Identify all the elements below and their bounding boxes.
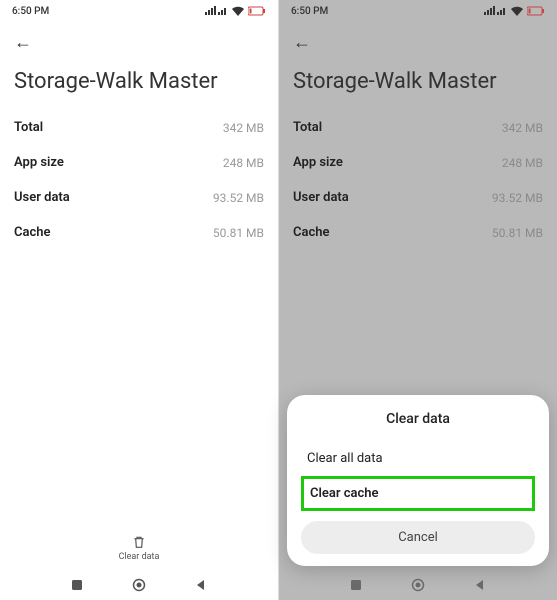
status-icons bbox=[483, 6, 545, 16]
row-appsize-value: 248 MB bbox=[223, 156, 264, 170]
signal-icon bbox=[483, 6, 507, 16]
row-appsize-label: App size bbox=[293, 155, 343, 170]
row-total-value: 342 MB bbox=[502, 121, 543, 135]
row-cache-label: Cache bbox=[14, 225, 51, 240]
signal-icon bbox=[204, 6, 228, 16]
modal-title: Clear data bbox=[301, 411, 535, 427]
row-userdata: User data 93.52 MB bbox=[0, 180, 278, 215]
nav-bar bbox=[279, 570, 557, 600]
clear-data-label: Clear data bbox=[119, 552, 160, 562]
nav-recent-icon[interactable] bbox=[70, 578, 84, 592]
status-time: 6:50 PM bbox=[291, 6, 328, 17]
row-cache-value: 50.81 MB bbox=[492, 226, 543, 240]
row-cache-value: 50.81 MB bbox=[213, 226, 264, 240]
modal-backdrop: Clear data Clear all data Clear cache Ca… bbox=[279, 387, 557, 600]
nav-home-icon[interactable] bbox=[132, 578, 146, 592]
status-bar: 6:50 PM bbox=[0, 0, 278, 22]
battery-icon bbox=[527, 6, 545, 16]
row-total-label: Total bbox=[14, 120, 43, 135]
row-userdata-label: User data bbox=[14, 190, 70, 205]
trash-icon bbox=[131, 534, 147, 550]
battery-icon bbox=[248, 6, 266, 16]
back-row: ← bbox=[279, 22, 557, 59]
phone-right: 6:50 PM ← Storage-Walk Master Total 342 … bbox=[279, 0, 557, 600]
modal-cancel-button[interactable]: Cancel bbox=[301, 521, 535, 554]
back-row: ← bbox=[0, 22, 278, 59]
status-time: 6:50 PM bbox=[12, 6, 49, 17]
page-title: Storage-Walk Master bbox=[0, 59, 278, 110]
back-arrow-icon[interactable]: ← bbox=[293, 32, 311, 53]
row-appsize-label: App size bbox=[14, 155, 64, 170]
row-appsize-value: 248 MB bbox=[502, 156, 543, 170]
nav-back-icon[interactable] bbox=[473, 578, 487, 592]
clear-data-modal: Clear data Clear all data Clear cache Ca… bbox=[287, 395, 549, 566]
row-userdata-label: User data bbox=[293, 190, 349, 205]
row-userdata: User data 93.52 MB bbox=[279, 180, 557, 215]
modal-option-clear-all[interactable]: Clear all data bbox=[301, 441, 535, 476]
row-cache: Cache 50.81 MB bbox=[0, 215, 278, 250]
back-arrow-icon[interactable]: ← bbox=[14, 32, 32, 53]
status-icons bbox=[204, 6, 266, 16]
row-total-label: Total bbox=[293, 120, 322, 135]
row-total-value: 342 MB bbox=[223, 121, 264, 135]
phone-left: 6:50 PM ← Storage-Walk Master Total 342 … bbox=[0, 0, 278, 600]
modal-option-clear-cache[interactable]: Clear cache bbox=[301, 476, 535, 511]
nav-home-icon[interactable] bbox=[411, 578, 425, 592]
row-appsize: App size 248 MB bbox=[279, 145, 557, 180]
row-cache-label: Cache bbox=[293, 225, 330, 240]
row-userdata-value: 93.52 MB bbox=[492, 191, 543, 205]
row-userdata-value: 93.52 MB bbox=[213, 191, 264, 205]
row-total: Total 342 MB bbox=[279, 110, 557, 145]
row-appsize: App size 248 MB bbox=[0, 145, 278, 180]
clear-data-button[interactable]: Clear data bbox=[0, 534, 278, 562]
status-bar: 6:50 PM bbox=[279, 0, 557, 22]
page-title: Storage-Walk Master bbox=[279, 59, 557, 110]
nav-back-icon[interactable] bbox=[194, 578, 208, 592]
wifi-icon bbox=[232, 6, 244, 16]
row-total: Total 342 MB bbox=[0, 110, 278, 145]
row-cache: Cache 50.81 MB bbox=[279, 215, 557, 250]
nav-recent-icon[interactable] bbox=[349, 578, 363, 592]
nav-bar bbox=[0, 570, 278, 600]
wifi-icon bbox=[511, 6, 523, 16]
